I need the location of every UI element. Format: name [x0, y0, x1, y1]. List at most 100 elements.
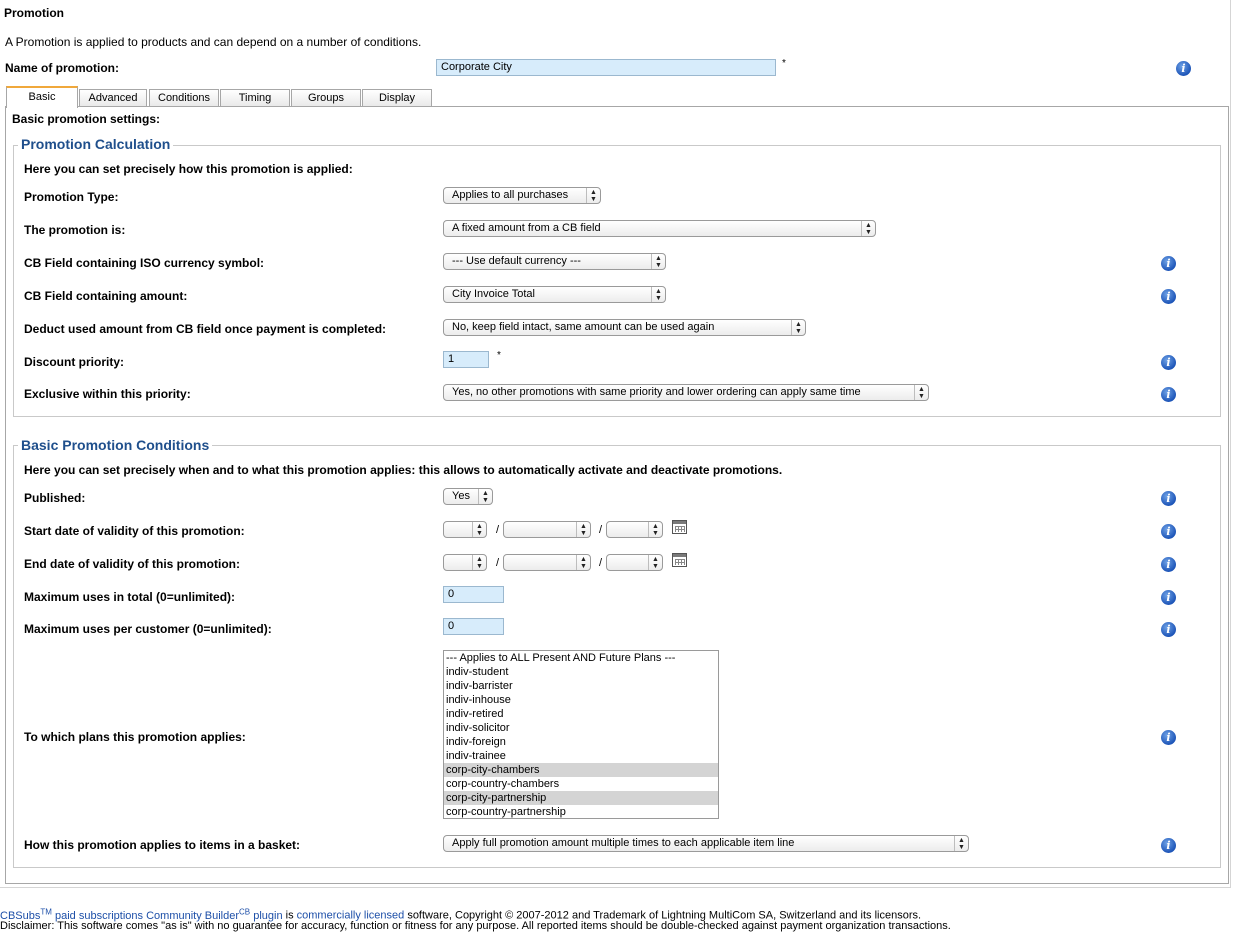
discount-priority-label: Discount priority: [24, 355, 125, 369]
bottom-divider [0, 887, 1231, 888]
info-icon[interactable]: i [1161, 289, 1176, 304]
start-month-select[interactable]: ▲ ▼ [503, 521, 591, 538]
select-arrows-icon: ▲ ▼ [914, 385, 928, 400]
tab-groups[interactable]: Groups [291, 89, 361, 107]
end-date-label: End date of validity of this promotion: [24, 557, 240, 571]
info-icon[interactable]: i [1176, 61, 1191, 76]
date-separator: / [496, 524, 500, 536]
exclusive-priority-select[interactable]: Yes, no other promotions with same prior… [443, 384, 929, 401]
plan-option-selected[interactable]: corp-city-partnership [444, 791, 718, 805]
plan-option[interactable]: indiv-barrister [444, 679, 718, 693]
basket-application-select[interactable]: Apply full promotion amount multiple tim… [443, 835, 969, 852]
calendar-icon[interactable] [672, 553, 687, 567]
discount-priority-input[interactable]: 1 [443, 351, 489, 368]
promotion-conditions-legend: Basic Promotion Conditions [18, 437, 213, 453]
select-arrows-icon: ▲ ▼ [576, 522, 590, 537]
promotion-is-value: A fixed amount from a CB field [452, 222, 601, 234]
page-description: A Promotion is applied to products and c… [5, 35, 422, 49]
tab-conditions[interactable]: Conditions [149, 89, 219, 107]
deduct-amount-select[interactable]: No, keep field intact, same amount can b… [443, 319, 806, 336]
published-value: Yes [452, 490, 470, 502]
info-icon[interactable]: i [1161, 557, 1176, 572]
promotion-type-select[interactable]: Applies to all purchases ▲ ▼ [443, 187, 601, 204]
info-icon[interactable]: i [1161, 387, 1176, 402]
exclusive-priority-value: Yes, no other promotions with same prior… [452, 386, 861, 398]
promotion-calculation-legend: Promotion Calculation [18, 136, 174, 152]
plan-option[interactable]: indiv-trainee [444, 749, 718, 763]
info-icon[interactable]: i [1161, 622, 1176, 637]
promotion-is-label: The promotion is: [24, 223, 126, 237]
select-arrows-icon: ▲ ▼ [472, 555, 486, 570]
info-icon[interactable]: i [1161, 256, 1176, 271]
currency-field-select[interactable]: --- Use default currency --- ▲ ▼ [443, 253, 666, 270]
plan-option[interactable]: --- Applies to ALL Present AND Future Pl… [444, 651, 718, 665]
tab-advanced[interactable]: Advanced [79, 89, 147, 107]
tab-basic[interactable]: Basic [6, 86, 78, 108]
promotion-name-label: Name of promotion: [5, 61, 119, 75]
date-separator: / [599, 524, 603, 536]
tab-display[interactable]: Display [362, 89, 432, 107]
amount-field-label: CB Field containing amount: [24, 289, 188, 303]
date-separator: / [599, 557, 603, 569]
tab-timing[interactable]: Timing [220, 89, 290, 107]
select-arrows-icon: ▲ ▼ [478, 489, 492, 504]
required-mark: * [782, 58, 786, 69]
exclusive-priority-label: Exclusive within this priority: [24, 387, 191, 401]
published-select[interactable]: Yes ▲ ▼ [443, 488, 493, 505]
info-icon[interactable]: i [1161, 524, 1176, 539]
promotion-name-input[interactable]: Corporate City [436, 59, 776, 76]
start-date-label: Start date of validity of this promotion… [24, 524, 245, 538]
info-icon[interactable]: i [1161, 730, 1176, 745]
select-arrows-icon: ▲ ▼ [791, 320, 805, 335]
required-mark: * [497, 350, 501, 361]
plan-option[interactable]: indiv-student [444, 665, 718, 679]
select-arrows-icon: ▲ ▼ [472, 522, 486, 537]
conditions-intro: Here you can set precisely when and to w… [24, 463, 783, 477]
max-uses-customer-input[interactable]: 0 [443, 618, 504, 635]
select-arrows-icon: ▲ ▼ [954, 836, 968, 851]
plan-option[interactable]: indiv-inhouse [444, 693, 718, 707]
info-icon[interactable]: i [1161, 491, 1176, 506]
currency-field-label: CB Field containing ISO currency symbol: [24, 256, 265, 270]
basic-settings-heading: Basic promotion settings: [12, 112, 161, 126]
basket-application-label: How this promotion applies to items in a… [24, 838, 301, 852]
end-year-select[interactable]: ▲ ▼ [606, 554, 663, 571]
select-arrows-icon: ▲ ▼ [648, 522, 662, 537]
right-divider [1230, 0, 1231, 888]
date-separator: / [496, 557, 500, 569]
calendar-icon[interactable] [672, 520, 687, 534]
plan-option[interactable]: indiv-retired [444, 707, 718, 721]
info-icon[interactable]: i [1161, 590, 1176, 605]
basket-application-value: Apply full promotion amount multiple tim… [452, 837, 795, 849]
deduct-amount-label: Deduct used amount from CB field once pa… [24, 322, 387, 336]
select-arrows-icon: ▲ ▼ [651, 254, 665, 269]
start-year-select[interactable]: ▲ ▼ [606, 521, 663, 538]
currency-field-value: --- Use default currency --- [452, 255, 581, 267]
promotion-type-value: Applies to all purchases [452, 189, 569, 201]
plan-option[interactable]: corp-country-partnership [444, 805, 718, 818]
deduct-amount-value: No, keep field intact, same amount can b… [452, 321, 715, 333]
max-uses-total-input[interactable]: 0 [443, 586, 504, 603]
select-arrows-icon: ▲ ▼ [586, 188, 600, 203]
plan-option[interactable]: corp-country-chambers [444, 777, 718, 791]
end-day-select[interactable]: ▲ ▼ [443, 554, 487, 571]
plan-option-selected[interactable]: corp-city-chambers [444, 763, 718, 777]
start-day-select[interactable]: ▲ ▼ [443, 521, 487, 538]
amount-field-value: City Invoice Total [452, 288, 535, 300]
info-icon[interactable]: i [1161, 355, 1176, 370]
plans-label: To which plans this promotion applies: [24, 730, 246, 744]
plan-option[interactable]: indiv-solicitor [444, 721, 718, 735]
select-arrows-icon: ▲ ▼ [651, 287, 665, 302]
end-month-select[interactable]: ▲ ▼ [503, 554, 591, 571]
calc-intro: Here you can set precisely how this prom… [24, 162, 353, 176]
max-uses-total-label: Maximum uses in total (0=unlimited): [24, 590, 236, 604]
plan-option[interactable]: indiv-foreign [444, 735, 718, 749]
select-arrows-icon: ▲ ▼ [648, 555, 662, 570]
info-icon[interactable]: i [1161, 838, 1176, 853]
amount-field-select[interactable]: City Invoice Total ▲ ▼ [443, 286, 666, 303]
max-uses-customer-label: Maximum uses per customer (0=unlimited): [24, 622, 272, 636]
promotion-type-label: Promotion Type: [24, 190, 119, 204]
select-arrows-icon: ▲ ▼ [576, 555, 590, 570]
plans-listbox[interactable]: --- Applies to ALL Present AND Future Pl… [443, 650, 719, 819]
promotion-is-select[interactable]: A fixed amount from a CB field ▲ ▼ [443, 220, 876, 237]
